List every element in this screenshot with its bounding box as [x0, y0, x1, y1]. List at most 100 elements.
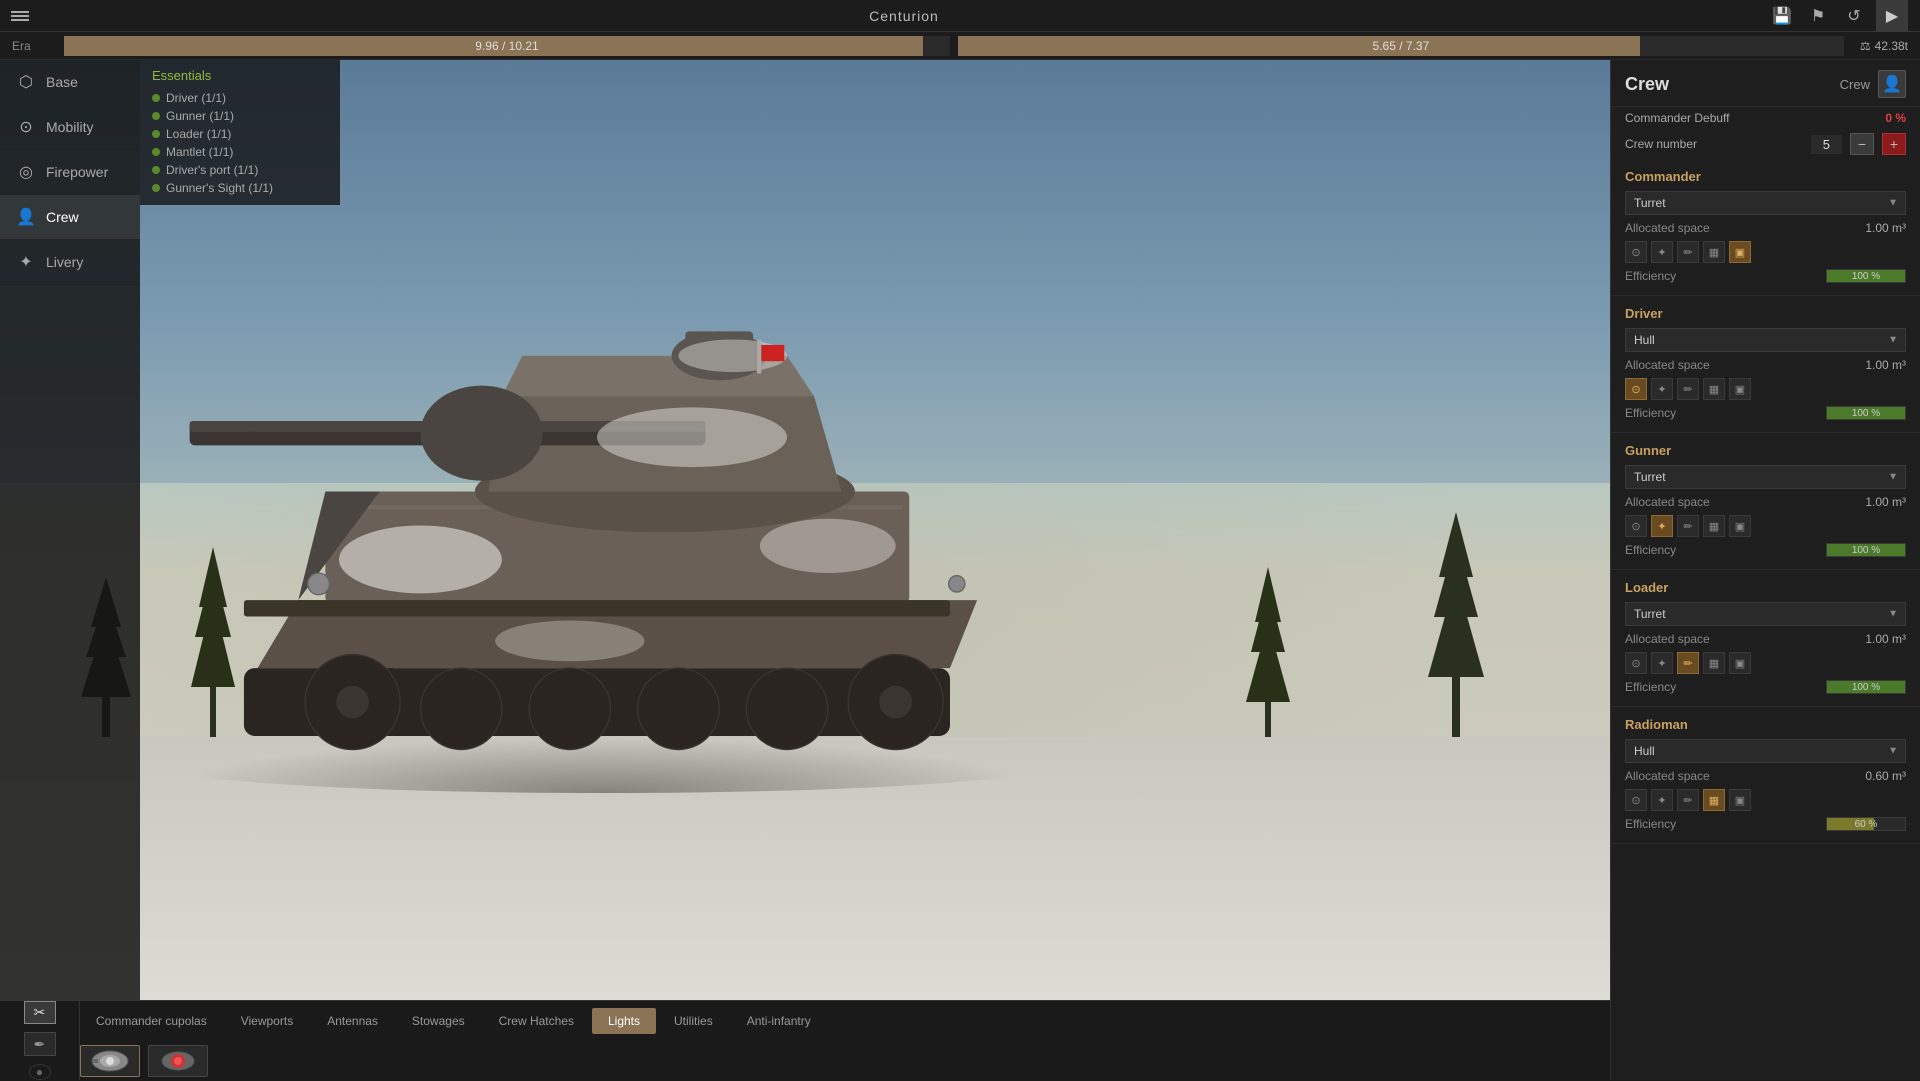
tab-commander-cupolas[interactable]: Commander cupolas — [80, 1008, 223, 1034]
essentials-item-1: Gunner (1/1) — [148, 107, 332, 125]
crew-panel-title: Crew — [1625, 74, 1669, 95]
commander-icon-3[interactable]: ▦ — [1703, 241, 1725, 263]
radioman-section-title: Radioman — [1611, 713, 1920, 736]
tool-cut-button[interactable]: ✂ — [24, 1001, 56, 1024]
essentials-panel: Essentials Driver (1/1) Gunner (1/1) Loa… — [140, 60, 340, 205]
refresh-button[interactable]: ↺ — [1840, 2, 1868, 30]
tab-utilities[interactable]: Utilities — [658, 1008, 729, 1034]
crew-header-right: Crew 👤 — [1840, 70, 1906, 98]
sidebar-item-firepower[interactable]: ◎ Firepower — [0, 150, 140, 195]
driver-efficiency-row: Efficiency 100 % — [1611, 403, 1920, 426]
tool-icons-panel: ✂ ✒ ● — [0, 1000, 80, 1080]
top-actions: 💾 ⚑ ↺ ▶ — [1768, 0, 1920, 32]
allocated-label: Allocated space — [1625, 221, 1710, 235]
driver-efficiency-val: 100 % — [1827, 407, 1905, 419]
light-item-1-icon — [152, 1047, 204, 1075]
light-item-0-icon — [84, 1047, 136, 1075]
commander-position-select[interactable]: TurretHull — [1625, 191, 1906, 215]
base-icon: ⬡ — [16, 72, 36, 92]
livery-icon: ✦ — [16, 252, 36, 272]
flag-button[interactable]: ⚑ — [1804, 2, 1832, 30]
radioman-position-wrapper: HullTurret ▼ — [1611, 736, 1920, 766]
crew-number-label: Crew number — [1625, 137, 1803, 151]
tab-lights[interactable]: Lights — [592, 1008, 656, 1034]
gunner-position-select[interactable]: TurretHull — [1625, 465, 1906, 489]
radioman-icon-0[interactable]: ⊙ — [1625, 789, 1647, 811]
radioman-icon-4[interactable]: ▣ — [1729, 789, 1751, 811]
play-button[interactable]: ▶ — [1876, 0, 1908, 32]
loader-position-select[interactable]: TurretHull — [1625, 602, 1906, 626]
tab-crew-hatches[interactable]: Crew Hatches — [483, 1008, 590, 1034]
radioman-icon-2[interactable]: ✏ — [1677, 789, 1699, 811]
sidebar-label-mobility: Mobility — [46, 119, 93, 135]
commander-icon-2[interactable]: ✏ — [1677, 241, 1699, 263]
crew-number-minus[interactable]: − — [1850, 133, 1874, 155]
gunner-icon-3[interactable]: ▦ — [1703, 515, 1725, 537]
commander-position-wrapper: TurretHull ▼ — [1611, 188, 1920, 218]
crew-number-value: 5 — [1811, 135, 1842, 154]
crew-number-row: Crew number 5 − + — [1611, 129, 1920, 159]
commander-icon-0[interactable]: ⊙ — [1625, 241, 1647, 263]
loader-efficiency-row: Efficiency 100 % — [1611, 677, 1920, 700]
loader-efficiency-label: Efficiency — [1625, 680, 1676, 694]
firepower-icon: ◎ — [16, 162, 36, 182]
sidebar-item-livery[interactable]: ✦ Livery — [0, 240, 140, 285]
essentials-item-5: Gunner's Sight (1/1) — [148, 179, 332, 197]
gunner-icon-0[interactable]: ⊙ — [1625, 515, 1647, 537]
radioman-icon-3[interactable]: ▦ — [1703, 789, 1725, 811]
loader-icon-1[interactable]: ✦ — [1651, 652, 1673, 674]
tab-content-item-1[interactable] — [148, 1045, 208, 1077]
driver-icon-1[interactable]: ✦ — [1651, 378, 1673, 400]
sidebar-label-livery: Livery — [46, 254, 83, 270]
gunner-icon-2[interactable]: ✏ — [1677, 515, 1699, 537]
radioman-allocated-val: 0.60 m³ — [1865, 769, 1906, 783]
gunner-allocated-val: 1.00 m³ — [1865, 495, 1906, 509]
sidebar-item-mobility[interactable]: ⊙ Mobility — [0, 105, 140, 150]
commander-efficiency-label: Efficiency — [1625, 269, 1676, 283]
sidebar-item-crew[interactable]: 👤 Crew — [0, 195, 140, 240]
tab-stowages[interactable]: Stowages — [396, 1008, 481, 1034]
loader-icon-2[interactable]: ✏ — [1677, 652, 1699, 674]
radioman-icons-row: ⊙ ✦ ✏ ▦ ▣ — [1611, 786, 1920, 814]
menu-button[interactable] — [0, 0, 40, 32]
radioman-icon-1[interactable]: ✦ — [1651, 789, 1673, 811]
loader-icon-4[interactable]: ▣ — [1729, 652, 1751, 674]
gunner-section: Gunner TurretHull ▼ Allocated space 1.00… — [1611, 433, 1920, 570]
loader-icon-3[interactable]: ▦ — [1703, 652, 1725, 674]
sidebar-item-base[interactable]: ⬡ Base — [0, 60, 140, 105]
driver-allocated-val: 1.00 m³ — [1865, 358, 1906, 372]
driver-allocated-row: Allocated space 1.00 m³ — [1611, 355, 1920, 375]
tab-antennas[interactable]: Antennas — [311, 1008, 394, 1034]
crew-number-plus[interactable]: + — [1882, 133, 1906, 155]
stat-bar-2: 5.65 / 7.37 — [958, 36, 1844, 56]
driver-icon-2[interactable]: ✏ — [1677, 378, 1699, 400]
essentials-label-0: Driver (1/1) — [166, 91, 226, 105]
gunner-efficiency-label: Efficiency — [1625, 543, 1676, 557]
commander-allocated-val: 1.00 m³ — [1865, 221, 1906, 235]
driver-icon-4[interactable]: ▣ — [1729, 378, 1751, 400]
tool-pen-button[interactable]: ✒ — [24, 1032, 56, 1055]
essentials-label-3: Mantlet (1/1) — [166, 145, 233, 159]
gunner-icon-4[interactable]: ▣ — [1729, 515, 1751, 537]
loader-allocated-row: Allocated space 1.00 m³ — [1611, 629, 1920, 649]
driver-icon-3[interactable]: ▦ — [1703, 378, 1725, 400]
essentials-item-3: Mantlet (1/1) — [148, 143, 332, 161]
essentials-dot-1 — [152, 112, 160, 120]
driver-position-select[interactable]: HullTurret — [1625, 328, 1906, 352]
driver-icon-0[interactable]: ⊙ — [1625, 378, 1647, 400]
tab-anti-infantry[interactable]: Anti-infantry — [731, 1008, 827, 1034]
commander-efficiency-bar: 100 % — [1826, 269, 1906, 283]
save-button[interactable]: 💾 — [1768, 2, 1796, 30]
commander-icon-1[interactable]: ✦ — [1651, 241, 1673, 263]
tab-content-item-0[interactable] — [80, 1045, 140, 1077]
gunner-icon-1[interactable]: ✦ — [1651, 515, 1673, 537]
tab-viewports[interactable]: Viewports — [225, 1008, 309, 1034]
commander-icon-4[interactable]: ▣ — [1729, 241, 1751, 263]
tool-circle-button[interactable]: ● — [29, 1064, 51, 1080]
gunner-icons-row: ⊙ ✦ ✏ ▦ ▣ — [1611, 512, 1920, 540]
crew-right-panel: Crew Crew 👤 Commander Debuff 0 % Crew nu… — [1610, 60, 1920, 1080]
crew-header-label: Crew — [1840, 77, 1870, 92]
loader-icon-0[interactable]: ⊙ — [1625, 652, 1647, 674]
essentials-label-1: Gunner (1/1) — [166, 109, 234, 123]
radioman-position-select[interactable]: HullTurret — [1625, 739, 1906, 763]
